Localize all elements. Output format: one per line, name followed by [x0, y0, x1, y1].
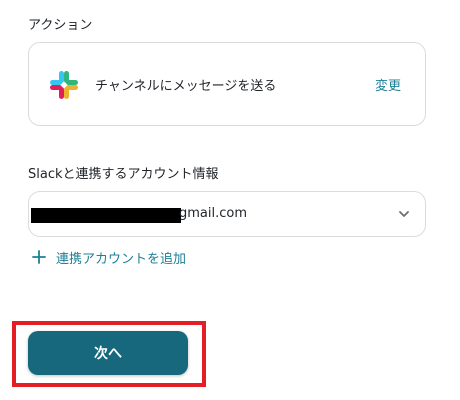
redacted-email-block — [31, 208, 181, 223]
add-account-link[interactable]: 連携アカウントを追加 — [32, 248, 187, 267]
account-select[interactable]: gmail.com — [28, 191, 426, 237]
next-button[interactable]: 次へ — [28, 331, 188, 375]
action-name: チャンネルにメッセージを送る — [95, 79, 277, 94]
account-email: gmail.com — [179, 206, 248, 221]
change-action-link[interactable]: 変更 — [375, 75, 401, 94]
plus-icon — [32, 250, 46, 264]
slack-logo-icon — [50, 71, 78, 99]
action-section-label: アクション — [28, 18, 93, 33]
account-section-label: Slackと連携するアカウント情報 — [28, 167, 219, 182]
add-account-label: 連携アカウントを追加 — [56, 251, 187, 267]
chevron-down-icon[interactable] — [397, 207, 411, 221]
action-card: チャンネルにメッセージを送る 変更 — [28, 42, 426, 126]
